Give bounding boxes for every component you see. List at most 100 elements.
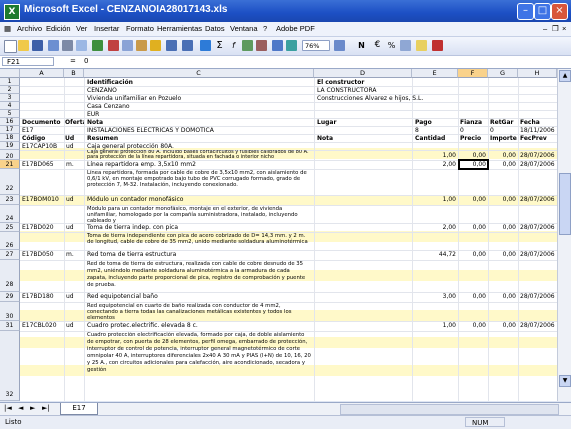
item-title[interactable]: Módulo un contador monofásico bbox=[86, 196, 312, 203]
next-sheet-icon[interactable]: ► bbox=[30, 404, 35, 412]
row-header[interactable]: 1 bbox=[0, 78, 20, 86]
item-code[interactable]: E17BD050 bbox=[21, 251, 65, 258]
cell-f16[interactable]: Fianza bbox=[459, 119, 488, 126]
format-painter-icon[interactable] bbox=[150, 40, 161, 51]
menu-help[interactable]: ? bbox=[263, 24, 267, 33]
formula-input[interactable]: 0 bbox=[84, 57, 88, 65]
menu-herramientas[interactable]: Herramientas bbox=[157, 24, 202, 33]
cell-e18[interactable]: Cantidad bbox=[414, 135, 456, 142]
item-description[interactable]: Toma de tierra independiente con pica de… bbox=[86, 233, 312, 250]
copy-icon[interactable] bbox=[122, 40, 133, 51]
cell-b16[interactable]: Ofertas bbox=[64, 119, 84, 126]
item-quantity[interactable]: 2,00 bbox=[413, 161, 457, 168]
row-header[interactable]: 28 bbox=[0, 260, 20, 292]
hyperlink-icon[interactable] bbox=[200, 40, 211, 51]
row-header[interactable]: 4 bbox=[0, 102, 20, 110]
sort-asc-icon[interactable] bbox=[242, 40, 253, 51]
row-header[interactable]: 2 bbox=[0, 86, 20, 94]
spelling-icon[interactable] bbox=[92, 40, 103, 51]
item-unit[interactable]: ud bbox=[65, 224, 84, 231]
item-date[interactable]: 28/07/2006 bbox=[519, 322, 556, 329]
item-date[interactable]: 28/07/2006 bbox=[519, 161, 556, 168]
vertical-scrollbar[interactable]: ▲ ▼ bbox=[557, 69, 571, 401]
spreadsheet-grid[interactable]: A B C D E F G H 1 2 3 4 5 16 17 18 19 20… bbox=[0, 69, 557, 401]
item-amount[interactable]: 0,00 bbox=[489, 224, 517, 231]
item-price[interactable]: 0,00 bbox=[459, 196, 487, 203]
open-icon[interactable] bbox=[18, 40, 29, 51]
cell-d1[interactable]: El constructor bbox=[316, 79, 456, 86]
item-amount[interactable]: 0,00 bbox=[489, 293, 517, 300]
cell-c18[interactable]: Resumen bbox=[86, 135, 306, 142]
scroll-down-icon[interactable]: ▼ bbox=[559, 375, 571, 387]
item-title[interactable]: Caja general protección 80A. bbox=[86, 143, 312, 150]
cell-a16[interactable]: Documento bbox=[21, 119, 65, 126]
name-box[interactable]: F21 bbox=[2, 57, 54, 66]
item-quantity[interactable]: 44,72 bbox=[413, 251, 457, 258]
item-price[interactable]: 0,00 bbox=[459, 293, 487, 300]
row-header[interactable]: 23 bbox=[0, 195, 20, 205]
item-unit[interactable]: m. bbox=[65, 161, 84, 168]
item-date[interactable]: 28/07/2006 bbox=[519, 293, 556, 300]
menu-datos[interactable]: Datos bbox=[205, 24, 225, 33]
select-all-corner[interactable] bbox=[0, 69, 20, 78]
item-code[interactable]: E17BOM010 bbox=[21, 196, 65, 203]
row-header[interactable]: 5 bbox=[0, 110, 20, 118]
chart-wizard-icon[interactable] bbox=[272, 40, 283, 51]
fill-color-icon[interactable] bbox=[416, 40, 427, 51]
item-title[interactable]: Cuadro protec.electrific. elevada 8 c. bbox=[86, 322, 312, 329]
row-header[interactable]: 21 bbox=[0, 160, 20, 169]
item-quantity[interactable]: 1,00 bbox=[413, 322, 457, 329]
cell-h17[interactable]: 18/11/2006 bbox=[519, 127, 556, 134]
last-sheet-icon[interactable]: ►| bbox=[42, 404, 50, 412]
prev-sheet-icon[interactable]: ◄ bbox=[18, 404, 23, 412]
item-code[interactable]: E17BD020 bbox=[21, 224, 65, 231]
cell-d16[interactable]: Lugar bbox=[316, 119, 406, 126]
undo-icon[interactable] bbox=[166, 40, 177, 51]
cell-h16[interactable]: Fecha bbox=[519, 119, 556, 126]
item-date[interactable]: 28/07/2006 bbox=[519, 152, 556, 159]
menu-archivo[interactable]: Archivo bbox=[17, 24, 42, 33]
item-date[interactable]: 28/07/2006 bbox=[519, 224, 556, 231]
help-icon[interactable] bbox=[334, 40, 345, 51]
drawing-icon[interactable] bbox=[286, 40, 297, 51]
item-description[interactable]: Cuadro protección electrificación elevad… bbox=[86, 332, 312, 400]
col-header-h[interactable]: H bbox=[518, 69, 557, 78]
permission-icon[interactable] bbox=[48, 40, 59, 51]
cell-c1[interactable]: Identificación bbox=[86, 79, 306, 86]
item-title[interactable]: Línea repartidora emp. 3,5x10 mm2 bbox=[86, 161, 312, 168]
row-header[interactable]: 18 bbox=[0, 134, 20, 142]
item-price[interactable]: 0,00 bbox=[459, 152, 487, 159]
autosum-icon[interactable]: Σ bbox=[214, 40, 225, 51]
cell-d3[interactable]: Construcciones Alvarez e hijos, S.L. bbox=[316, 95, 456, 102]
print-icon[interactable] bbox=[62, 40, 73, 51]
cut-icon[interactable] bbox=[108, 40, 119, 51]
paste-icon[interactable] bbox=[136, 40, 147, 51]
menu-ventana[interactable]: Ventana bbox=[230, 24, 258, 33]
save-icon[interactable] bbox=[32, 40, 43, 51]
cell-g18[interactable]: Importe bbox=[489, 135, 518, 142]
cell-f17[interactable]: 0 bbox=[459, 127, 488, 134]
cell-e16[interactable]: Pago bbox=[414, 119, 456, 126]
col-header-d[interactable]: D bbox=[314, 69, 412, 78]
row-header[interactable]: 3 bbox=[0, 94, 20, 102]
scroll-thumb[interactable] bbox=[559, 173, 571, 235]
col-header-f[interactable]: F bbox=[458, 69, 488, 78]
sheet-tab-e17[interactable]: E17 bbox=[60, 403, 98, 415]
item-title[interactable]: Red equipotencial baño bbox=[86, 293, 312, 300]
doc-minimize-icon[interactable]: – bbox=[543, 24, 547, 33]
item-code[interactable]: E17BD180 bbox=[21, 293, 65, 300]
col-header-g[interactable]: G bbox=[488, 69, 518, 78]
cell-c3[interactable]: Vivienda unifamiliar en Pozuelo bbox=[86, 95, 306, 102]
cell-h18[interactable]: FecPrev bbox=[519, 135, 556, 142]
bold-icon[interactable]: N bbox=[356, 40, 367, 51]
item-amount[interactable]: 0,00 bbox=[489, 196, 517, 203]
row-header[interactable]: 22 bbox=[0, 169, 20, 195]
item-price[interactable]: 0,00 bbox=[459, 251, 487, 258]
item-quantity[interactable]: 1,00 bbox=[413, 152, 457, 159]
item-amount[interactable]: 0,00 bbox=[489, 322, 517, 329]
item-amount[interactable]: 0,00 bbox=[489, 161, 517, 168]
cell-d18[interactable]: Nota bbox=[316, 135, 406, 142]
row-header[interactable]: 30 bbox=[0, 302, 20, 321]
item-date[interactable]: 28/07/2006 bbox=[519, 251, 556, 258]
item-price[interactable]: 0,00 bbox=[459, 224, 487, 231]
